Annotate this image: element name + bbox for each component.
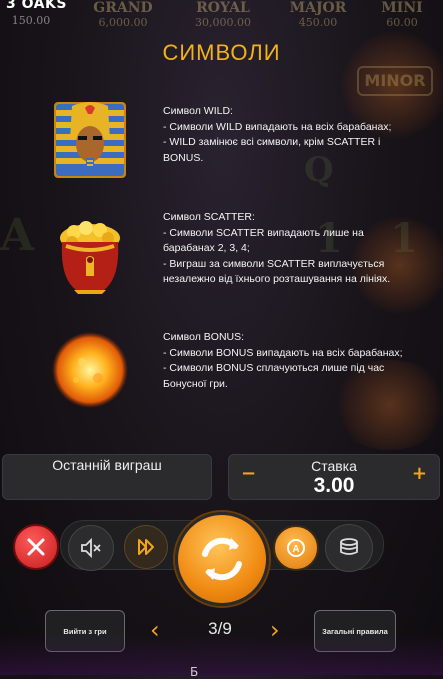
last-win-label: Останній виграш bbox=[52, 457, 162, 473]
symbol-heading: Символ BONUS: bbox=[163, 331, 245, 343]
svg-text:A: A bbox=[292, 544, 299, 555]
jackpot-value: 60.00 bbox=[386, 16, 418, 29]
pharaoh-wild-icon bbox=[52, 100, 128, 180]
background-a-symbol: A bbox=[0, 210, 35, 261]
spin-button[interactable] bbox=[175, 512, 269, 606]
symbol-rules: - Символи WILD випадають на всіх барабан… bbox=[163, 120, 392, 164]
close-icon bbox=[27, 538, 45, 556]
jackpot-mini: MINI 60.00 bbox=[372, 0, 432, 34]
symbol-heading: Символ SCATTER: bbox=[163, 211, 255, 223]
close-button[interactable] bbox=[13, 524, 59, 570]
last-win-panel: Останній виграш bbox=[2, 454, 212, 500]
sound-toggle-button[interactable] bbox=[68, 525, 114, 571]
bottom-glow bbox=[0, 635, 443, 675]
jackpot-value: 450.00 bbox=[298, 16, 338, 29]
sun-bonus-icon bbox=[52, 330, 128, 410]
symbol-description: Символ WILD: - Символи WILD випадають на… bbox=[163, 104, 403, 166]
brand-logo-text: 3 OAKS bbox=[6, 0, 67, 12]
autoplay-button[interactable]: A bbox=[273, 525, 319, 571]
control-bar: A bbox=[0, 510, 443, 606]
symbol-description: Символ BONUS: - Символи BONUS випадають … bbox=[163, 330, 403, 392]
stake-panel: − Ставка 3.00 + bbox=[228, 454, 440, 500]
background-minor-plate: MINOR bbox=[357, 66, 433, 96]
speaker-muted-icon bbox=[81, 537, 101, 559]
jackpot-royal: ROYAL 30,000.00 bbox=[184, 0, 262, 34]
symbol-rules: - Символи BONUS випадають на всіх бараба… bbox=[163, 346, 403, 390]
symbol-rules: - Символи SCATTER випадають лише на бара… bbox=[163, 226, 391, 286]
jackpot-value: 6,000.00 bbox=[98, 16, 148, 29]
jackpot-name: MINI bbox=[381, 0, 423, 16]
turbo-button[interactable] bbox=[124, 525, 168, 569]
stake-value: 3.00 bbox=[313, 474, 355, 497]
coin-stack-icon bbox=[340, 538, 358, 555]
jackpot-value: 150.00 bbox=[11, 14, 51, 27]
jackpot-name: MAJOR bbox=[289, 0, 347, 16]
jackpot-value: 30,000.00 bbox=[195, 16, 251, 29]
stake-label: Ставка bbox=[311, 458, 357, 474]
jackpot-major: MAJOR 450.00 bbox=[288, 0, 348, 34]
page-title: СИМВОЛИ bbox=[162, 40, 281, 65]
golden-pot-scatter-icon bbox=[52, 216, 128, 296]
symbol-description: Символ SCATTER: - Символи SCATTER випада… bbox=[163, 210, 403, 288]
fast-forward-icon bbox=[138, 539, 154, 555]
spin-arrows-icon bbox=[202, 537, 242, 581]
jackpot-bar: 150.00 GRAND 6,000.00 ROYAL 30,000.00 MA… bbox=[0, 0, 443, 34]
symbol-heading: Символ WILD: bbox=[163, 105, 233, 117]
cut-off-text: Б bbox=[190, 665, 199, 679]
stake-increase-button[interactable]: + bbox=[412, 463, 427, 484]
bet-settings-button[interactable] bbox=[325, 524, 373, 572]
jackpot-grand: GRAND 6,000.00 bbox=[86, 0, 160, 34]
jackpot-name: GRAND bbox=[93, 0, 153, 16]
jackpot-name: ROYAL bbox=[196, 0, 250, 16]
autoplay-icon: A bbox=[287, 539, 305, 557]
